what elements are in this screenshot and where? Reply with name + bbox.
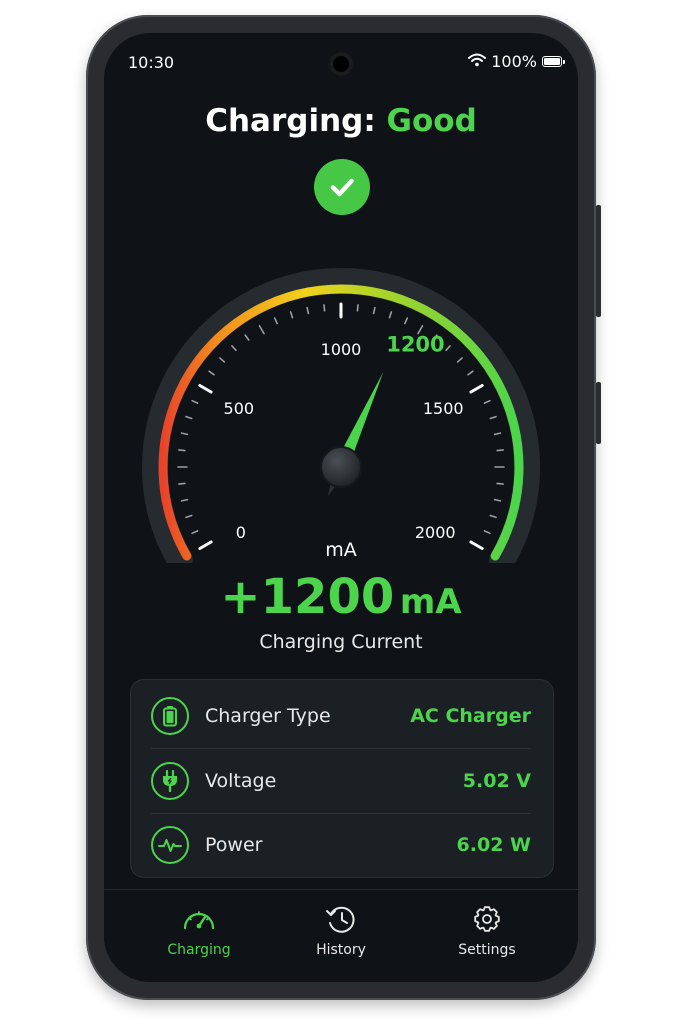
- gauge-value-label: 1200: [386, 333, 444, 357]
- gauge-minor-tick: [493, 432, 502, 436]
- gauge-minor-tick: [456, 357, 463, 363]
- gauge-minor-tick: [185, 514, 193, 519]
- volume-button: [596, 382, 601, 444]
- status-bar: 10:30 100%: [104, 33, 578, 93]
- nav-tab-settings[interactable]: Settings: [427, 904, 547, 958]
- detail-label: Voltage: [205, 770, 277, 792]
- detail-row-power: Power 6.02 W: [151, 813, 531, 877]
- status-prefix: Charging:: [205, 103, 376, 139]
- battery-status-icon: [542, 56, 565, 67]
- detail-row-charger-type: Charger Type AC Charger: [151, 684, 531, 748]
- gauge-minor-tick: [489, 514, 497, 519]
- detail-value: AC Charger: [410, 705, 531, 727]
- gauge-minor-tick: [180, 498, 189, 502]
- detail-value: 5.02 V: [462, 770, 531, 792]
- gauge-minor-tick: [483, 399, 491, 404]
- gauge-minor-tick: [306, 306, 310, 315]
- power-button: [596, 205, 601, 317]
- current-reading: +1200 mA: [104, 569, 578, 625]
- current-gauge: 0 500 1000 1500 2000 mA 1200: [142, 268, 540, 563]
- history-icon: [323, 906, 359, 938]
- gauge-minor-tick: [404, 317, 409, 325]
- gauge-minor-tick: [372, 306, 376, 315]
- gauge-minor-tick: [178, 449, 186, 452]
- gauge-tick-label: 500: [224, 399, 255, 418]
- check-icon: [314, 159, 370, 215]
- current-label: Charging Current: [259, 631, 423, 653]
- gauge-tick-label: 2000: [415, 523, 456, 542]
- gauge-major-tick: [198, 384, 213, 394]
- plug-icon: [151, 762, 189, 800]
- speedometer-icon: [181, 911, 217, 938]
- detail-label: Charger Type: [205, 705, 331, 727]
- gear-icon: [469, 906, 505, 938]
- gauge-minor-tick: [289, 311, 294, 319]
- gauge-tick-label: 0: [236, 523, 246, 542]
- gauge-minor-tick: [445, 345, 451, 352]
- gauge-tick-label: 1000: [321, 340, 362, 359]
- wifi-icon: [468, 52, 487, 71]
- detail-value: 6.02 W: [456, 834, 531, 856]
- nav-tab-history[interactable]: History: [281, 904, 401, 958]
- gauge-unit-label: mA: [325, 539, 357, 561]
- gauge-major-tick: [469, 384, 484, 394]
- charging-details-card: Charger Type AC Charger Voltage 5.02 V P…: [130, 679, 554, 878]
- gauge-minor-tick: [323, 304, 326, 312]
- charging-status-title: Charging: Good: [104, 103, 578, 139]
- nav-label: History: [316, 942, 366, 958]
- gauge-minor-tick: [496, 449, 504, 452]
- gauge-tick-label: 1500: [423, 399, 464, 418]
- gauge-bezel: [142, 268, 540, 563]
- gauge-minor-tick: [496, 482, 504, 485]
- gauge-minor-tick: [258, 325, 265, 335]
- nav-label: Settings: [458, 942, 516, 958]
- gauge-major-tick: [198, 540, 213, 550]
- battery-percent: 100%: [491, 52, 537, 71]
- current-unit: mA: [399, 582, 462, 622]
- gauge-minor-tick: [467, 370, 474, 376]
- gauge-major-tick: [469, 540, 484, 550]
- gauge-minor-tick: [178, 482, 186, 485]
- gauge-minor-tick: [388, 311, 393, 319]
- gauge-minor-tick: [244, 334, 250, 341]
- detail-label: Power: [205, 834, 263, 856]
- status-value: Good: [386, 103, 477, 139]
- gauge-minor-tick: [493, 498, 502, 502]
- status-indicators: 100%: [468, 52, 565, 71]
- gauge-minor-tick: [231, 345, 237, 352]
- nav-tab-charging[interactable]: Charging: [139, 904, 259, 958]
- gauge-minor-tick: [483, 530, 491, 535]
- gauge-minor-tick: [356, 304, 359, 312]
- front-camera: [329, 52, 353, 76]
- gear-outline: [474, 906, 500, 932]
- gauge-hub: [320, 446, 362, 488]
- current-value: +1200: [220, 569, 395, 625]
- pulse-icon: [151, 826, 189, 864]
- gauge-minor-tick: [191, 399, 199, 404]
- detail-row-voltage: Voltage 5.02 V: [151, 749, 531, 813]
- nav-label: Charging: [167, 942, 231, 958]
- bottom-navigation: Charging History Settings: [104, 889, 578, 982]
- app-screen: 10:30 100% Charging: Good 0 500 1000 150…: [104, 33, 578, 982]
- gauge-minor-tick: [273, 317, 278, 325]
- gauge-minor-tick: [180, 432, 189, 436]
- battery-icon: [151, 697, 189, 735]
- gauge-minor-tick: [185, 415, 193, 420]
- gauge-minor-tick: [489, 415, 497, 420]
- gauge-minor-tick: [219, 357, 226, 363]
- gauge-minor-tick: [208, 370, 215, 376]
- gauge-minor-tick: [191, 530, 199, 535]
- status-time: 10:30: [128, 53, 175, 72]
